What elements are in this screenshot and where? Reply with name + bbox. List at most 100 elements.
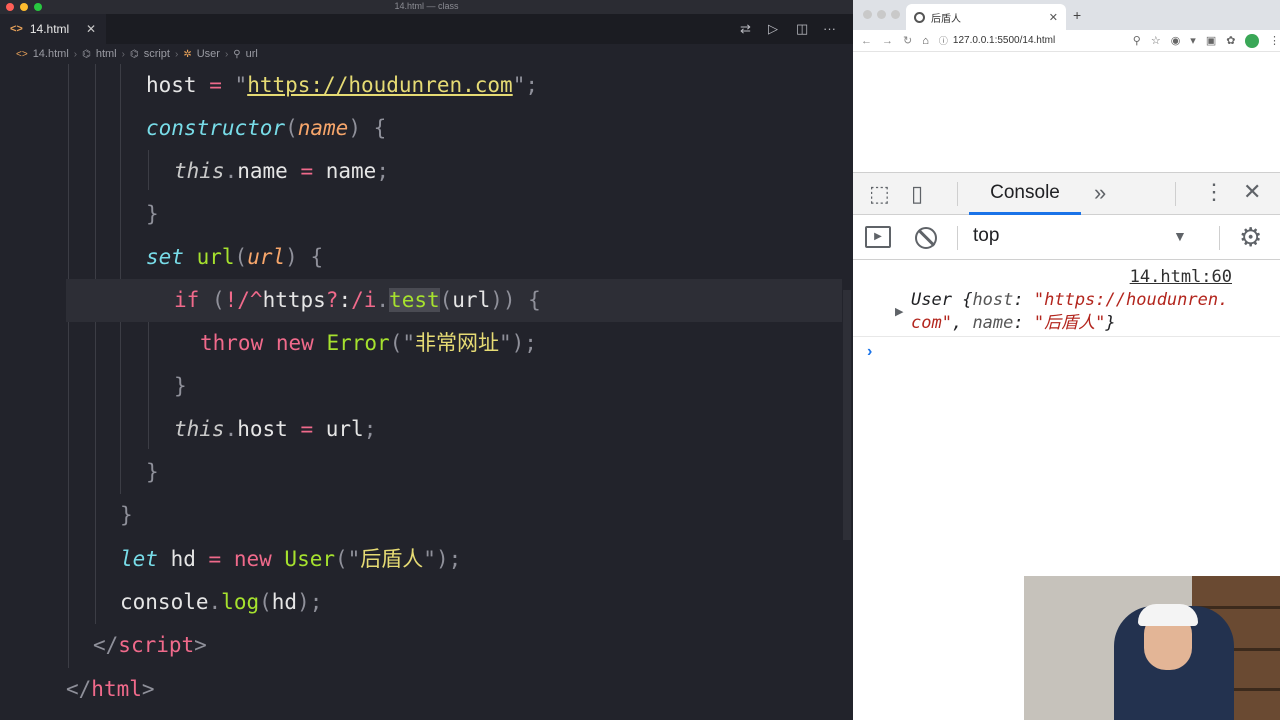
divider xyxy=(957,182,958,206)
browser-tab-title: 后盾人 xyxy=(931,13,961,25)
browser-tab[interactable]: 后盾人 ✕ xyxy=(906,4,1066,30)
html-file-icon: <> xyxy=(16,48,28,60)
context-selector[interactable]: top xyxy=(973,225,999,247)
breadcrumb-item-user[interactable]: User xyxy=(197,48,220,60)
address-url: 127.0.0.1:5500/14.html xyxy=(952,35,1056,46)
object-key: name xyxy=(972,313,1014,333)
breadcrumb: <> 14.html › ⌬ html › ⌬ script › ✲ User … xyxy=(0,44,853,64)
new-tab-button[interactable]: + xyxy=(1073,7,1081,23)
logged-object[interactable]: User {host: "https://houdunren.com", nam… xyxy=(911,289,1233,335)
bookmark-star-icon[interactable]: ☆ xyxy=(1151,34,1161,47)
devtools-tabbar: ⬚ ▯ Console » ⋮ ✕ xyxy=(853,173,1280,215)
tab-console[interactable]: Console xyxy=(969,173,1081,215)
object-class-name: User xyxy=(911,290,952,310)
run-icon[interactable]: ▷ xyxy=(768,21,778,37)
indent-guide xyxy=(68,64,69,668)
tab-label: 14.html xyxy=(29,22,70,36)
object-value: "后盾人" xyxy=(1033,313,1106,333)
code-line: let hd = new User("后盾人"); xyxy=(120,547,462,571)
code-line: } xyxy=(174,374,187,398)
breadcrumb-item-url[interactable]: url xyxy=(246,48,258,60)
close-devtools-icon[interactable]: ✕ xyxy=(1243,179,1261,205)
code-line: console.log(hd); xyxy=(120,590,323,614)
more-icon[interactable]: ⋮ xyxy=(1269,34,1280,47)
webcam-overlay xyxy=(1024,576,1280,720)
editor-tabbar: <> 14.html ✕ ⇄ ▷ ◫ ··· xyxy=(0,14,853,44)
code-line-active: if (!/^https?:/i.test(url)) { xyxy=(66,279,842,322)
expand-triangle-icon[interactable]: ▶ xyxy=(895,305,903,318)
extension-icon[interactable]: ◉ xyxy=(1171,34,1181,47)
code-line: </script> xyxy=(93,633,207,657)
console-prompt[interactable]: › xyxy=(867,343,872,361)
more-icon[interactable]: ··· xyxy=(823,21,836,36)
editor-titlebar: 14.html — class xyxy=(0,0,853,14)
device-toolbar-icon[interactable]: ▯ xyxy=(911,181,923,207)
code-line: this.name = name; xyxy=(174,159,389,183)
console-sidebar-icon[interactable]: ▶ xyxy=(865,226,891,248)
divider xyxy=(1219,226,1220,250)
indent-guide xyxy=(148,150,149,190)
clear-console-icon[interactable] xyxy=(915,227,937,249)
console-message: 14.html:60 ▶ User {host: "https://houdun… xyxy=(853,261,1280,337)
console-toolbar: ▶ top ▼ ⚙ xyxy=(853,216,1280,260)
presenter-cap xyxy=(1138,604,1198,626)
code-area[interactable]: host = "https://houdunren.com"; construc… xyxy=(0,64,853,720)
chevron-right-icon: › xyxy=(121,48,125,60)
zoom-window-button[interactable] xyxy=(891,10,900,19)
editor-scrollbar[interactable] xyxy=(843,64,853,720)
code-line: set url(url) { xyxy=(146,245,324,269)
more-tabs-icon[interactable]: » xyxy=(1094,180,1106,206)
code-editor: 14.html — class <> 14.html ✕ ⇄ ▷ ◫ ··· <… xyxy=(0,0,853,720)
code-line: host = "https://houdunren.com"; xyxy=(146,73,539,97)
extension-icon[interactable]: ✿ xyxy=(1226,34,1235,47)
chevron-right-icon: › xyxy=(174,48,179,60)
minimize-window-button[interactable] xyxy=(877,10,886,19)
code-line: </html> xyxy=(66,677,155,701)
code-line: throw new Error("非常网址"); xyxy=(200,331,537,355)
gear-icon[interactable]: ⚙ xyxy=(1239,222,1262,253)
browser-tabstrip: 后盾人 ✕ + xyxy=(853,0,1280,30)
browser-toolbar: ← → ↻ ⌂ ⓘ 127.0.0.1:5500/14.html ⚲ ☆ ◉ ▾… xyxy=(853,30,1280,52)
editor-scroll-thumb[interactable] xyxy=(843,290,851,540)
address-bar[interactable]: ⓘ 127.0.0.1:5500/14.html xyxy=(939,34,1123,47)
html-file-icon: <> xyxy=(10,23,23,35)
zoom-icon[interactable]: ⚲ xyxy=(1133,34,1141,47)
extension-icon[interactable]: ▣ xyxy=(1206,34,1216,47)
reload-icon[interactable]: ↻ xyxy=(903,34,912,47)
editor-tab-14-html[interactable]: <> 14.html ✕ xyxy=(0,14,106,44)
divider xyxy=(957,226,958,250)
element-icon: ⌬ xyxy=(129,48,139,60)
split-editor-icon[interactable]: ◫ xyxy=(796,21,808,37)
close-window-button[interactable] xyxy=(863,10,872,19)
inspect-element-icon[interactable]: ⬚ xyxy=(869,181,890,207)
element-icon: ⌬ xyxy=(82,48,91,60)
extension-icon[interactable]: ▾ xyxy=(1190,34,1196,47)
message-source-link[interactable]: 14.html:60 xyxy=(1130,267,1232,287)
code-line: constructor(name) { xyxy=(146,116,387,140)
code-line: } xyxy=(146,202,159,226)
wrench-icon: ⚲ xyxy=(233,48,241,60)
devtools-menu-icon[interactable]: ⋮ xyxy=(1203,179,1225,205)
class-icon: ✲ xyxy=(183,48,192,60)
info-icon: ⓘ xyxy=(938,36,948,46)
close-tab-icon[interactable]: ✕ xyxy=(1049,11,1058,24)
code-line: this.host = url; xyxy=(174,417,377,441)
chevron-right-icon: › xyxy=(224,48,229,60)
split-compare-icon[interactable]: ⇄ xyxy=(740,21,751,37)
chevron-down-icon[interactable]: ▼ xyxy=(1173,228,1187,244)
home-icon[interactable]: ⌂ xyxy=(922,35,929,47)
object-key: host xyxy=(972,290,1014,310)
page-viewport xyxy=(853,52,1280,172)
breadcrumb-item-html[interactable]: html xyxy=(96,48,117,60)
back-icon[interactable]: ← xyxy=(861,35,872,47)
code-line: } xyxy=(146,460,159,484)
forward-icon[interactable]: → xyxy=(882,35,893,47)
window-title: 14.html — class xyxy=(394,1,459,11)
breadcrumb-item-script[interactable]: script xyxy=(144,48,170,60)
profile-avatar[interactable] xyxy=(1245,33,1259,48)
indent-guide xyxy=(95,64,96,624)
breadcrumb-item-file[interactable]: 14.html xyxy=(33,48,69,60)
globe-icon xyxy=(914,11,925,23)
code-line: } xyxy=(120,503,133,527)
close-tab-icon[interactable]: ✕ xyxy=(86,22,96,36)
